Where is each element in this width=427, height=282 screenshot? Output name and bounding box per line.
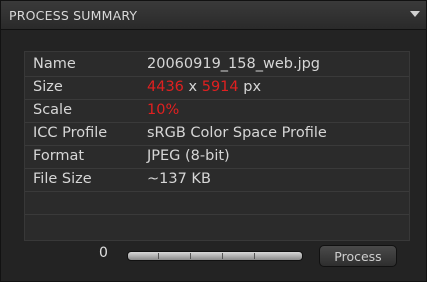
scale-value: 10% [147,102,180,118]
size-value: 4436 x 5914 px [147,79,261,95]
panel-header[interactable]: PROCESS SUMMARY [1,1,426,30]
name-value: 20060919_158_web.jpg [147,56,321,72]
format-row: Format JPEG (8-bit) [25,146,409,169]
slider-tick [254,253,255,259]
icc-profile-row: ICC Profile sRGB Color Space Profile [25,123,409,146]
summary-info-box: Name 20060919_158_web.jpg Size 4436 x 59… [24,51,410,241]
process-summary-panel: PROCESS SUMMARY Name 20060919_158_web.jp… [0,0,427,282]
slider-tick [158,253,159,259]
icc-profile-value: sRGB Color Space Profile [147,125,327,141]
empty-row [25,192,409,215]
size-row: Size 4436 x 5914 px [25,77,409,100]
size-width: 4436 [147,79,184,95]
collapse-triangle-icon[interactable] [410,11,420,17]
size-label: Size [33,79,63,95]
file-size-label: File Size [33,171,92,187]
slider-value: 0 [99,245,108,261]
format-value: JPEG (8-bit) [147,148,230,164]
size-unit: px [243,79,262,95]
file-size-value: ~137 KB [147,171,211,187]
icc-profile-label: ICC Profile [33,125,108,141]
name-row: Name 20060919_158_web.jpg [25,54,409,77]
panel-title: PROCESS SUMMARY [9,8,138,23]
scale-label: Scale [33,102,73,118]
quality-slider[interactable] [127,251,303,261]
slider-tick [190,253,191,259]
process-button[interactable]: Process [319,245,397,267]
name-label: Name [33,56,76,72]
scale-row: Scale 10% [25,100,409,123]
format-label: Format [33,148,85,164]
slider-tick [222,253,223,259]
size-separator: x [188,79,198,95]
file-size-row: File Size ~137 KB [25,169,409,192]
size-height: 5914 [201,79,239,95]
